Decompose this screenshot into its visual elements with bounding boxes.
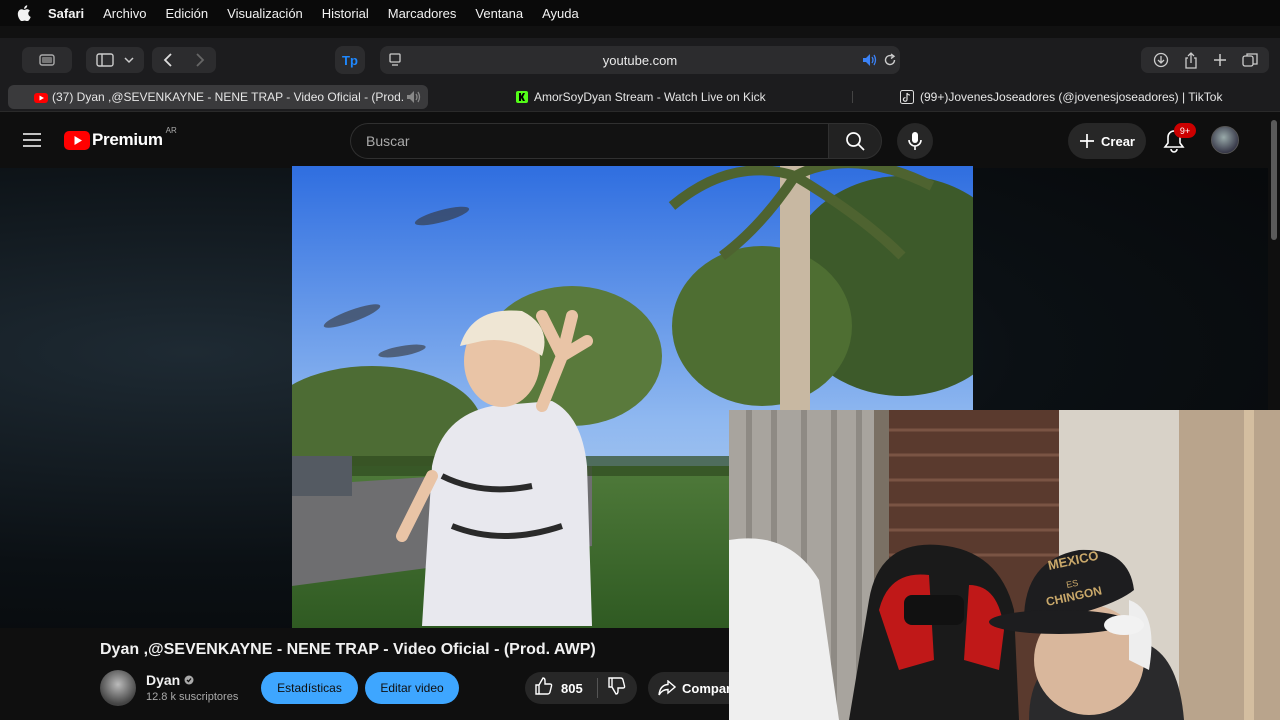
search-button[interactable] xyxy=(828,123,882,159)
tab-label: AmorSoyDyan Stream - Watch Live on Kick xyxy=(534,90,766,104)
plus-icon xyxy=(1080,134,1095,148)
verified-icon xyxy=(184,675,194,685)
reload-icon[interactable] xyxy=(883,53,897,70)
microphone-icon xyxy=(908,132,922,150)
tab-tiktok[interactable]: (99+)JovenesJoseadores (@jovenesjoseador… xyxy=(900,85,1260,109)
menu-bar: Safari Archivo Edición Visualización His… xyxy=(0,0,1280,26)
chevron-down-icon xyxy=(124,57,134,64)
notification-badge: 9+ xyxy=(1174,123,1196,138)
apple-icon[interactable] xyxy=(15,4,33,22)
menu-ayuda[interactable]: Ayuda xyxy=(542,6,579,21)
new-tab-icon[interactable] xyxy=(1213,53,1227,67)
audio-playing-icon[interactable] xyxy=(862,53,878,70)
tab-overview-button[interactable] xyxy=(22,47,72,73)
tab-kick[interactable]: AmorSoyDyan Stream - Watch Live on Kick xyxy=(516,85,816,109)
navigation-buttons xyxy=(152,47,216,73)
tiktok-icon xyxy=(900,90,914,104)
tab-divider xyxy=(852,91,853,103)
stats-button[interactable]: Estadísticas xyxy=(261,672,358,704)
speaker-icon[interactable] xyxy=(406,90,422,107)
address-bar[interactable]: youtube.com xyxy=(380,46,900,74)
thumbs-down-icon xyxy=(608,676,626,695)
youtube-header: Premium AR Buscar Crear 9+ xyxy=(0,112,1268,168)
like-divider xyxy=(597,678,598,698)
like-count: 805 xyxy=(561,680,583,696)
menu-ventana[interactable]: Ventana xyxy=(475,6,523,21)
dislike-button[interactable] xyxy=(608,676,626,700)
tab-overview-icon[interactable] xyxy=(1241,52,1258,68)
logo-text: Premium xyxy=(92,130,163,149)
menu-marcadores[interactable]: Marcadores xyxy=(388,6,457,21)
scrollbar-thumb[interactable] xyxy=(1271,120,1277,240)
share-arrow-icon xyxy=(658,680,676,696)
back-button[interactable] xyxy=(163,53,173,67)
tab-label: (99+)JovenesJoseadores (@jovenesjoseador… xyxy=(920,90,1223,104)
forward-button[interactable] xyxy=(195,53,205,67)
channel-avatar[interactable] xyxy=(100,670,136,706)
voice-search-button[interactable] xyxy=(897,123,933,159)
country-code: AR xyxy=(165,125,177,135)
kick-icon xyxy=(516,91,528,103)
youtube-premium-logo[interactable]: Premium AR xyxy=(64,126,177,150)
notifications-button[interactable]: 9+ xyxy=(1163,123,1196,158)
menu-visualizacion[interactable]: Visualización xyxy=(227,6,303,21)
like-button[interactable] xyxy=(535,676,553,700)
channel-name-row[interactable]: Dyan xyxy=(146,672,194,688)
menu-historial[interactable]: Historial xyxy=(322,6,369,21)
youtube-logo-icon xyxy=(64,130,90,150)
menu-edicion[interactable]: Edición xyxy=(166,6,209,21)
downloads-icon[interactable] xyxy=(1153,52,1169,68)
tab-bar: (37) Dyan ,@SEVENKAYNE - NENE TRAP - Vid… xyxy=(0,82,1280,112)
share-label: Compar xyxy=(682,680,732,696)
thumbs-up-icon xyxy=(535,676,553,695)
search-icon xyxy=(846,132,865,151)
create-label: Crear xyxy=(1101,133,1135,149)
url-text: youtube.com xyxy=(602,52,678,68)
sidebar-toggle-button[interactable] xyxy=(86,47,144,73)
menu-archivo[interactable]: Archivo xyxy=(103,6,146,21)
window-top-edge xyxy=(0,26,1280,38)
webcam-overlay: MEXICO ES CHINGON xyxy=(729,410,1280,720)
translate-extension-icon[interactable]: Tp xyxy=(335,46,365,74)
page-menu-icon[interactable] xyxy=(388,52,402,71)
channel-name: Dyan xyxy=(146,672,181,688)
create-button[interactable]: Crear xyxy=(1068,123,1146,159)
youtube-icon xyxy=(34,92,48,106)
toolbar-right-group xyxy=(1141,47,1269,73)
menu-safari[interactable]: Safari xyxy=(48,6,84,21)
tab-youtube[interactable]: (37) Dyan ,@SEVENKAYNE - NENE TRAP - Vid… xyxy=(8,85,428,109)
subscriber-count: 12.8 k suscriptores xyxy=(146,691,239,703)
edit-video-button[interactable]: Editar video xyxy=(365,672,459,704)
account-avatar[interactable] xyxy=(1211,126,1239,154)
search-input[interactable]: Buscar xyxy=(350,123,828,159)
webcam-frame: MEXICO ES CHINGON xyxy=(729,410,1280,720)
svg-text:Tp: Tp xyxy=(342,53,358,68)
share-icon[interactable] xyxy=(1184,51,1198,69)
search-placeholder: Buscar xyxy=(366,133,410,149)
hamburger-menu-icon[interactable] xyxy=(23,133,41,152)
tab-label: (37) Dyan ,@SEVENKAYNE - NENE TRAP - Vid… xyxy=(52,90,404,104)
browser-toolbar: Tp youtube.com xyxy=(0,38,1280,82)
video-title: Dyan ,@SEVENKAYNE - NENE TRAP - Video Of… xyxy=(100,641,596,658)
like-dislike-bar: 805 xyxy=(525,672,637,704)
